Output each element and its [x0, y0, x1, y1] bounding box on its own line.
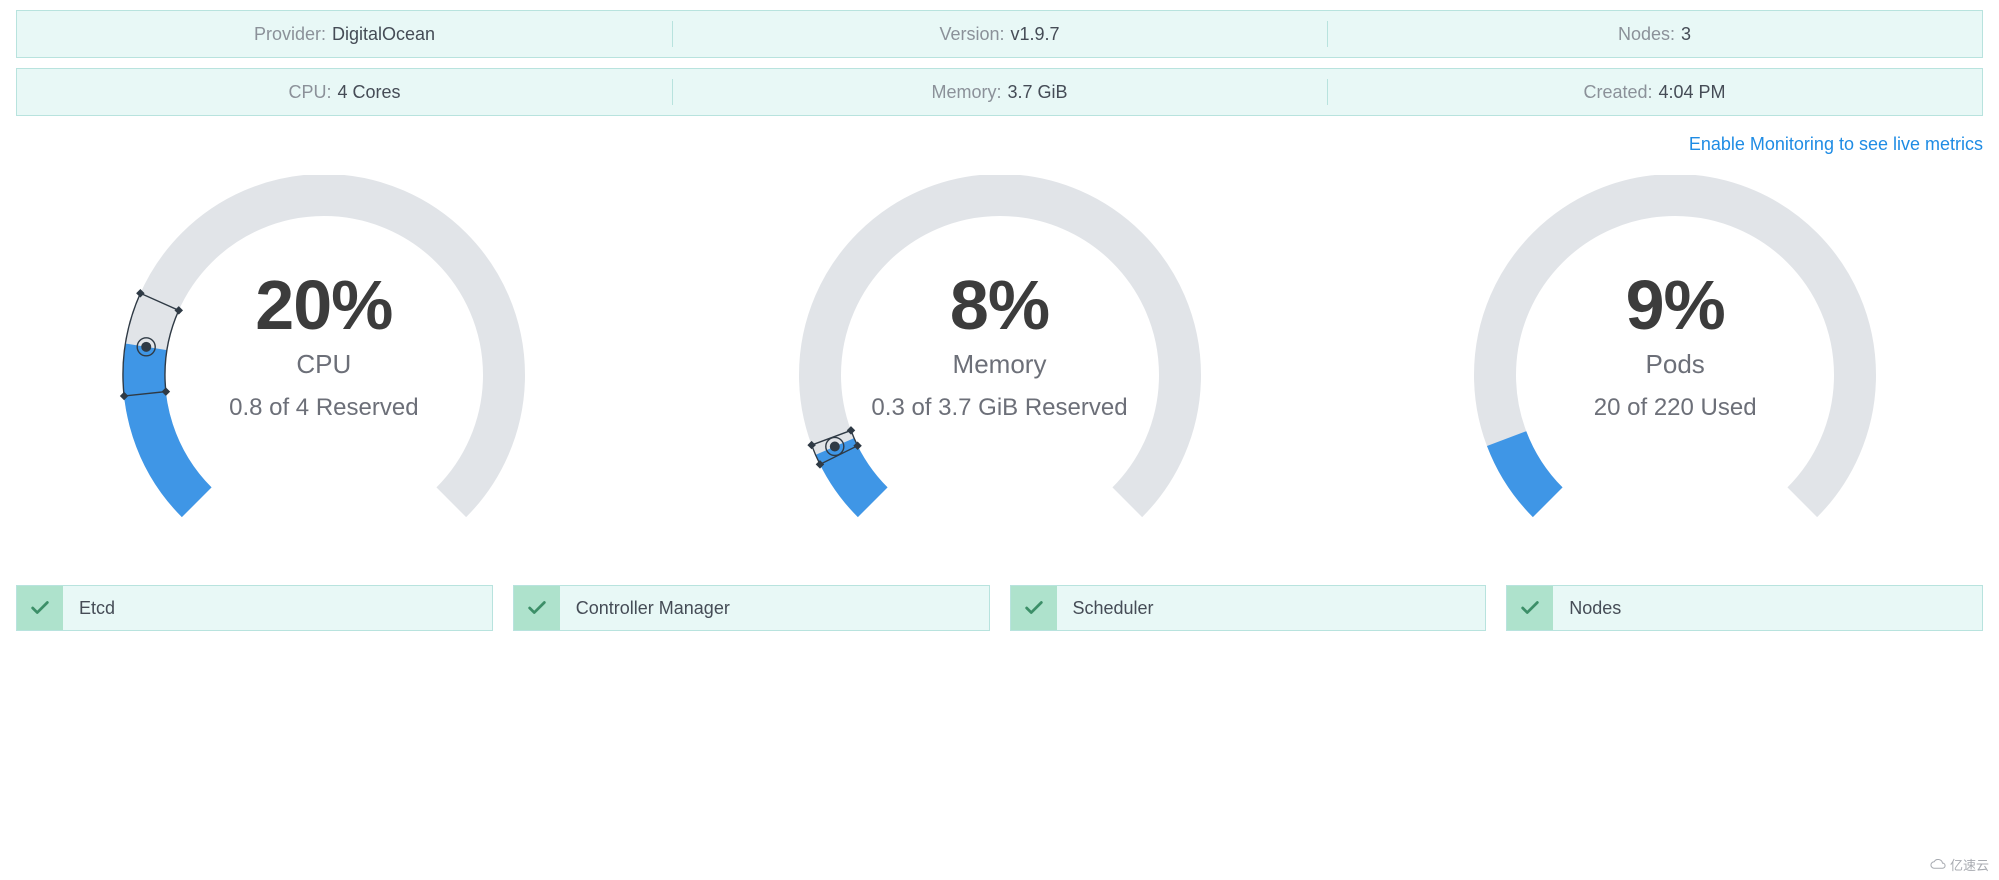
status-item-etcd[interactable]: Etcd — [16, 585, 493, 631]
info-cell: Created: 4:04 PM — [1327, 69, 1982, 115]
gauge-wrap: 8% Memory 0.3 of 3.7 GiB Reserved — [780, 175, 1220, 535]
info-cell: Provider: DigitalOcean — [17, 11, 672, 57]
check-icon — [17, 586, 63, 630]
info-cell: CPU: 4 Cores — [17, 69, 672, 115]
gauge-percent: 8% — [780, 265, 1220, 345]
gauge-percent: 20% — [104, 265, 544, 345]
status-label: Controller Manager — [560, 598, 730, 619]
gauge-text: 9% Pods 20 of 220 Used — [1455, 265, 1895, 422]
gauge-title: Pods — [1455, 349, 1895, 380]
gauge-subtitle: 0.3 of 3.7 GiB Reserved — [780, 394, 1220, 422]
status-label: Etcd — [63, 598, 115, 619]
gauge-wrap: 20% CPU 0.8 of 4 Reserved — [104, 175, 544, 535]
info-label: Version: — [939, 24, 1004, 45]
info-label: Provider: — [254, 24, 326, 45]
info-value: 4 Cores — [337, 82, 400, 103]
info-cell: Memory: 3.7 GiB — [672, 69, 1327, 115]
info-value: 3.7 GiB — [1007, 82, 1067, 103]
info-label: Created: — [1583, 82, 1652, 103]
info-cell: Nodes: 3 — [1327, 11, 1982, 57]
check-icon — [1507, 586, 1553, 630]
gauge-title: Memory — [780, 349, 1220, 380]
info-label: CPU: — [288, 82, 331, 103]
info-label: Nodes: — [1618, 24, 1675, 45]
info-value: 3 — [1681, 24, 1691, 45]
gauge-title: CPU — [104, 349, 544, 380]
status-label: Scheduler — [1057, 598, 1154, 619]
info-value: DigitalOcean — [332, 24, 435, 45]
status-item-scheduler[interactable]: Scheduler — [1010, 585, 1487, 631]
info-bar: CPU: 4 Cores Memory: 3.7 GiB Created: 4:04 PM — [16, 68, 1983, 116]
gauge-subtitle: 20 of 220 Used — [1455, 394, 1895, 422]
info-value: v1.9.7 — [1011, 24, 1060, 45]
check-icon — [514, 586, 560, 630]
monitoring-link-row: Enable Monitoring to see live metrics — [16, 126, 1983, 165]
enable-monitoring-link[interactable]: Enable Monitoring to see live metrics — [1689, 134, 1983, 154]
info-cell: Version: v1.9.7 — [672, 11, 1327, 57]
status-item-controller-manager[interactable]: Controller Manager — [513, 585, 990, 631]
info-bar: Provider: DigitalOcean Version: v1.9.7 Nodes… — [16, 10, 1983, 58]
dashboard-container: Provider: DigitalOcean Version: v1.9.7 Nodes… — [0, 0, 1999, 641]
status-label: Nodes — [1553, 598, 1621, 619]
gauge-percent: 9% — [1455, 265, 1895, 345]
info-value: 4:04 PM — [1659, 82, 1726, 103]
gauge-text: 20% CPU 0.8 of 4 Reserved — [104, 265, 544, 422]
info-label: Memory: — [931, 82, 1001, 103]
watermark: 亿速云 — [1929, 855, 1989, 874]
gauge-subtitle: 0.8 of 4 Reserved — [104, 394, 544, 422]
status-row: Etcd Controller Manager Scheduler Nodes — [16, 575, 1983, 631]
gauge-card-cpu: 20% CPU 0.8 of 4 Reserved — [16, 175, 632, 535]
status-item-nodes[interactable]: Nodes — [1506, 585, 1983, 631]
gauge-wrap: 9% Pods 20 of 220 Used — [1455, 175, 1895, 535]
gauge-card-pods: 9% Pods 20 of 220 Used — [1367, 175, 1983, 535]
gauge-card-memory: 8% Memory 0.3 of 3.7 GiB Reserved — [692, 175, 1308, 535]
gauges-row: 20% CPU 0.8 of 4 Reserved 8% Memory 0.3 of 3.… — [16, 165, 1983, 575]
check-icon — [1011, 586, 1057, 630]
gauge-text: 8% Memory 0.3 of 3.7 GiB Reserved — [780, 265, 1220, 422]
